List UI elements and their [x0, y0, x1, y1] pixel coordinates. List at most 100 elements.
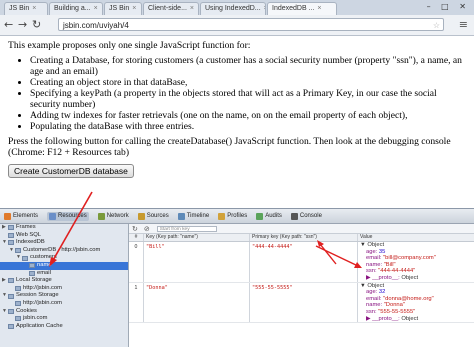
sidebar-tree-label: name [37, 261, 52, 268]
browser-tab[interactable]: Using IndexedD...× [200, 2, 266, 15]
table-row[interactable]: 0 "Bill" "444-44-4444" ▼ Object age: 35 email… [129, 242, 474, 283]
devtools-panel: Elements Resources Network Sources Timeline P… [0, 208, 474, 347]
close-tab-icon[interactable]: × [317, 5, 321, 12]
sidebar-tree-item[interactable]: ▼ Session Storage [0, 292, 128, 300]
column-header-key[interactable]: Key (Key path: "name") [144, 234, 250, 241]
url-text: jsbin.com/uviyah/4 [63, 21, 129, 30]
row-index: 0 [129, 242, 144, 282]
column-header-index[interactable]: # [129, 234, 144, 241]
devtools-tab-timeline[interactable]: Timeline [177, 212, 209, 220]
close-tab-icon[interactable]: × [32, 5, 36, 12]
devtools-tab-resources[interactable]: Resources [47, 211, 89, 221]
devtools-tab-elements[interactable]: Elements [4, 212, 39, 220]
window-controls[interactable]: – □ ✕ [427, 2, 470, 11]
sidebar-tree-item[interactable]: ▼ IndexedDB [0, 239, 128, 247]
column-header-primary-key[interactable]: Primary key (Key path: "ssn") [250, 234, 358, 241]
object-property[interactable]: ▶ __proto__: Object [360, 275, 474, 282]
feature-list-item: Adding tw indexes for faster retrievals … [30, 110, 466, 121]
storage-item-icon [8, 324, 14, 330]
devtools-tab-label: Profiles [227, 213, 248, 219]
object-property[interactable]: ▶ __proto__: Object [360, 316, 474, 323]
storage-item-icon [15, 248, 21, 254]
storage-item-icon [8, 240, 14, 246]
reload-icon[interactable]: ↻ [32, 18, 41, 31]
devtools-tab-sources[interactable]: Sources [137, 212, 169, 220]
sidebar-tree-item[interactable]: email [0, 270, 128, 278]
sidebar-tree-label: Web SQL [16, 231, 42, 238]
close-tab-icon[interactable]: × [190, 5, 194, 12]
devtools-tab-audits[interactable]: Audits [256, 212, 282, 220]
row-value: ▼ Object age: 35 email: "bill@company.com"… [358, 242, 474, 282]
sidebar-tree-label: Frames [16, 224, 36, 230]
back-arrow-icon[interactable]: ← [4, 18, 13, 31]
close-tab-icon[interactable]: × [264, 5, 265, 12]
data-grid: # Key (Key path: "name") Primary key (Ke… [129, 234, 474, 324]
console-panel-icon [290, 212, 298, 220]
property-value: "555-55-5555" [378, 308, 416, 315]
row-index: 1 [129, 282, 144, 323]
data-view-toolbar: ↻ ⊘ Start from key [129, 224, 474, 234]
property-key: ▼ Object [360, 242, 385, 248]
object-property[interactable]: ▼ Object [360, 283, 474, 290]
elements-panel-icon [4, 212, 11, 220]
close-tab-icon[interactable]: × [94, 5, 98, 12]
sidebar-tree-item[interactable]: name [0, 261, 128, 270]
resources-panel-icon [49, 212, 57, 220]
property-value: 32 [378, 289, 386, 296]
start-from-key-input[interactable]: Start from key [156, 225, 217, 232]
object-property: name: "Donna" [360, 302, 474, 309]
sidebar-tree-item[interactable]: Application Cache [0, 323, 128, 331]
refresh-icon[interactable]: ↻ [132, 225, 138, 233]
property-value: "donna@home.org" [383, 295, 434, 302]
browser-tab[interactable]: JS Bin × [4, 2, 48, 15]
sidebar-tree-item[interactable]: http://jsbin.com [0, 285, 128, 293]
wrench-menu-icon[interactable]: ≡ [459, 18, 468, 31]
bookmark-star-icon[interactable]: ☆ [433, 19, 440, 32]
grid-header: # Key (Key path: "name") Primary key (Ke… [129, 234, 474, 242]
sidebar-tree-label: Application Cache [16, 322, 63, 329]
devtools-tab-profiles[interactable]: Profiles [218, 212, 248, 220]
devtools-tab-network[interactable]: Network [97, 212, 129, 220]
create-database-button[interactable]: Create CustomerDB database [8, 164, 134, 178]
property-key: ▶ __proto__: [366, 315, 402, 322]
object-property: ssn: "555-55-5555" [360, 309, 474, 316]
sidebar-tree-item[interactable]: ▼ customers [0, 254, 128, 262]
devtools-tab-console[interactable]: Console [290, 212, 322, 220]
feature-list-item: Creating a Database, for storing custome… [30, 55, 466, 77]
feature-list-item: Populating the dataBase with three entri… [30, 121, 466, 132]
sidebar-tree-item[interactable]: ▶ Local Storage [0, 277, 128, 285]
sidebar-tree-item[interactable]: Web SQL [0, 232, 128, 240]
sidebar-tree-label: CustomerDB - http://jsbin.com [23, 246, 101, 253]
sidebar-tree-item[interactable]: ▶ Frames [0, 224, 128, 232]
storage-item-icon [8, 225, 14, 231]
browser-tab[interactable]: Client-side... × [143, 2, 199, 15]
property-value: "444-44-4444" [378, 268, 416, 275]
browser-tab[interactable]: IndexedDB ... × [267, 2, 337, 15]
property-value: Object [401, 274, 419, 281]
sidebar-tree-item[interactable]: http://jsbin.com [0, 300, 128, 308]
sidebar-tree-item[interactable]: ▼ Cookies [0, 308, 128, 316]
storage-item-icon [29, 263, 35, 269]
sidebar-tree-item[interactable]: jsbin.com [0, 315, 128, 323]
storage-item-icon [15, 286, 21, 292]
browser-tab[interactable]: JS Bin × [104, 2, 142, 15]
sidebar-tree-item[interactable]: ▼ CustomerDB - http://jsbin.com [0, 247, 128, 255]
table-row[interactable]: 1 "Donna" "555-55-5555" ▼ Object age: 32 emai… [129, 282, 474, 324]
devtools-tab-label: Elements [13, 213, 39, 219]
devtools-tab-label: Resources [58, 213, 87, 219]
address-bar[interactable]: jsbin.com/uviyah/4 ☆ [58, 18, 444, 31]
object-property[interactable]: ▼ Object [360, 242, 474, 249]
clear-icon[interactable]: ⊘ [144, 225, 150, 233]
sidebar-tree-label: IndexedDB [16, 239, 45, 246]
object-property: email: "donna@home.org" [360, 296, 474, 303]
row-primary-key: "555-55-5555" [250, 282, 358, 323]
column-header-value[interactable]: Value [358, 234, 474, 241]
close-tab-icon[interactable]: × [132, 5, 136, 12]
indexeddb-data-view: ↻ ⊘ Start from key # Key (Key path: "nam… [129, 224, 474, 347]
property-value: Object [401, 315, 419, 322]
forward-arrow-icon[interactable]: → [18, 18, 27, 31]
object-property: ssn: "444-44-4444" [360, 268, 474, 275]
browser-tab[interactable]: Building a... × [49, 2, 103, 15]
property-value: "Donna" [383, 302, 405, 309]
sidebar-tree-label: Local Storage [16, 277, 52, 284]
